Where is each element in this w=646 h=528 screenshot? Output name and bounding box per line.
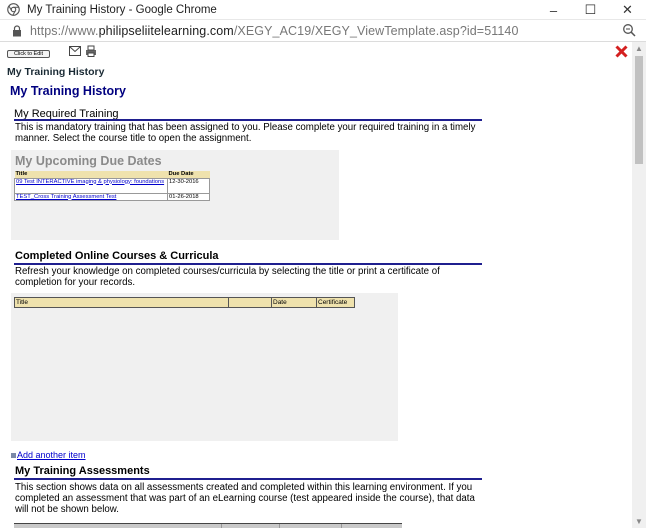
add-another-item-label[interactable]: Add another item [17,450,86,460]
assessments-heading: My Training Assessments [15,465,150,477]
email-icon[interactable] [69,46,81,56]
vertical-scrollbar[interactable]: ▲ ▼ [632,42,646,528]
scroll-up-arrow-icon[interactable]: ▲ [635,44,643,53]
maximize-button[interactable]: ☐ [572,0,609,20]
assessments-description: This section shows data on all assessmen… [15,482,475,515]
window-title: My Training History - Google Chrome [27,3,217,16]
due-date-cell: 12-30-2016 [167,177,210,194]
minimize-button[interactable]: – [535,0,572,20]
section-divider [14,119,482,121]
due-dates-table: Title Due Date 09 Test INTERACTIVE imagi… [14,171,210,201]
section-divider [14,263,482,265]
course-link[interactable]: TEST_Cross Training Assessment Test [16,194,116,200]
column-header-certificate: Certificate [316,297,355,308]
column-header-due-date: Due Date [167,171,210,178]
column-header-date: Date [271,297,317,308]
column-header-title: Title [14,171,168,178]
close-red-x-icon[interactable] [615,45,628,58]
required-training-description: This is mandatory training that has been… [15,122,476,144]
breadcrumb: My Training History [7,66,105,78]
upcoming-due-dates-panel: My Upcoming Due Dates Title Due Date 09 … [11,150,339,240]
upcoming-due-dates-title: My Upcoming Due Dates [15,154,162,168]
print-icon[interactable] [85,45,97,57]
course-link[interactable]: 09 Test INTERACTIVE imaging & physiology… [16,179,164,185]
window-titlebar: My Training History - Google Chrome – ☐ … [0,0,646,20]
page-content: Click to Edit My Training History My Tra… [0,42,632,528]
completed-courses-heading: Completed Online Courses & Curricula [15,250,219,262]
table-row: TEST_Cross Training Assessment Test 01-2… [14,192,210,201]
due-date-cell: 01-26-2018 [167,192,210,201]
add-another-item-link[interactable]: Add another item [11,450,86,460]
column-header-blank [228,297,272,308]
url-text[interactable]: https://www.philipseliitelearning.com/XE… [30,24,519,38]
chrome-logo-icon [7,3,20,16]
click-to-edit-button[interactable]: Click to Edit [7,50,50,58]
column-header-title: Title [14,297,229,308]
completed-courses-table: Title Date Certificate [14,297,355,308]
scroll-down-arrow-icon[interactable]: ▼ [635,517,643,526]
lock-icon [13,24,21,36]
table-row: 09 Test INTERACTIVE imaging & physiology… [14,177,210,194]
zoom-icon[interactable] [622,23,636,37]
completed-courses-panel: Title Date Certificate [11,293,398,441]
close-window-button[interactable]: ✕ [609,0,646,20]
section-divider [14,478,482,480]
assessments-table [14,523,402,528]
completed-courses-description: Refresh your knowledge on completed cour… [15,266,440,288]
add-item-icon [11,452,16,458]
scrollbar-thumb[interactable] [635,56,643,164]
address-bar[interactable]: https://www.philipseliitelearning.com/XE… [0,20,646,42]
page-title: My Training History [10,84,126,98]
